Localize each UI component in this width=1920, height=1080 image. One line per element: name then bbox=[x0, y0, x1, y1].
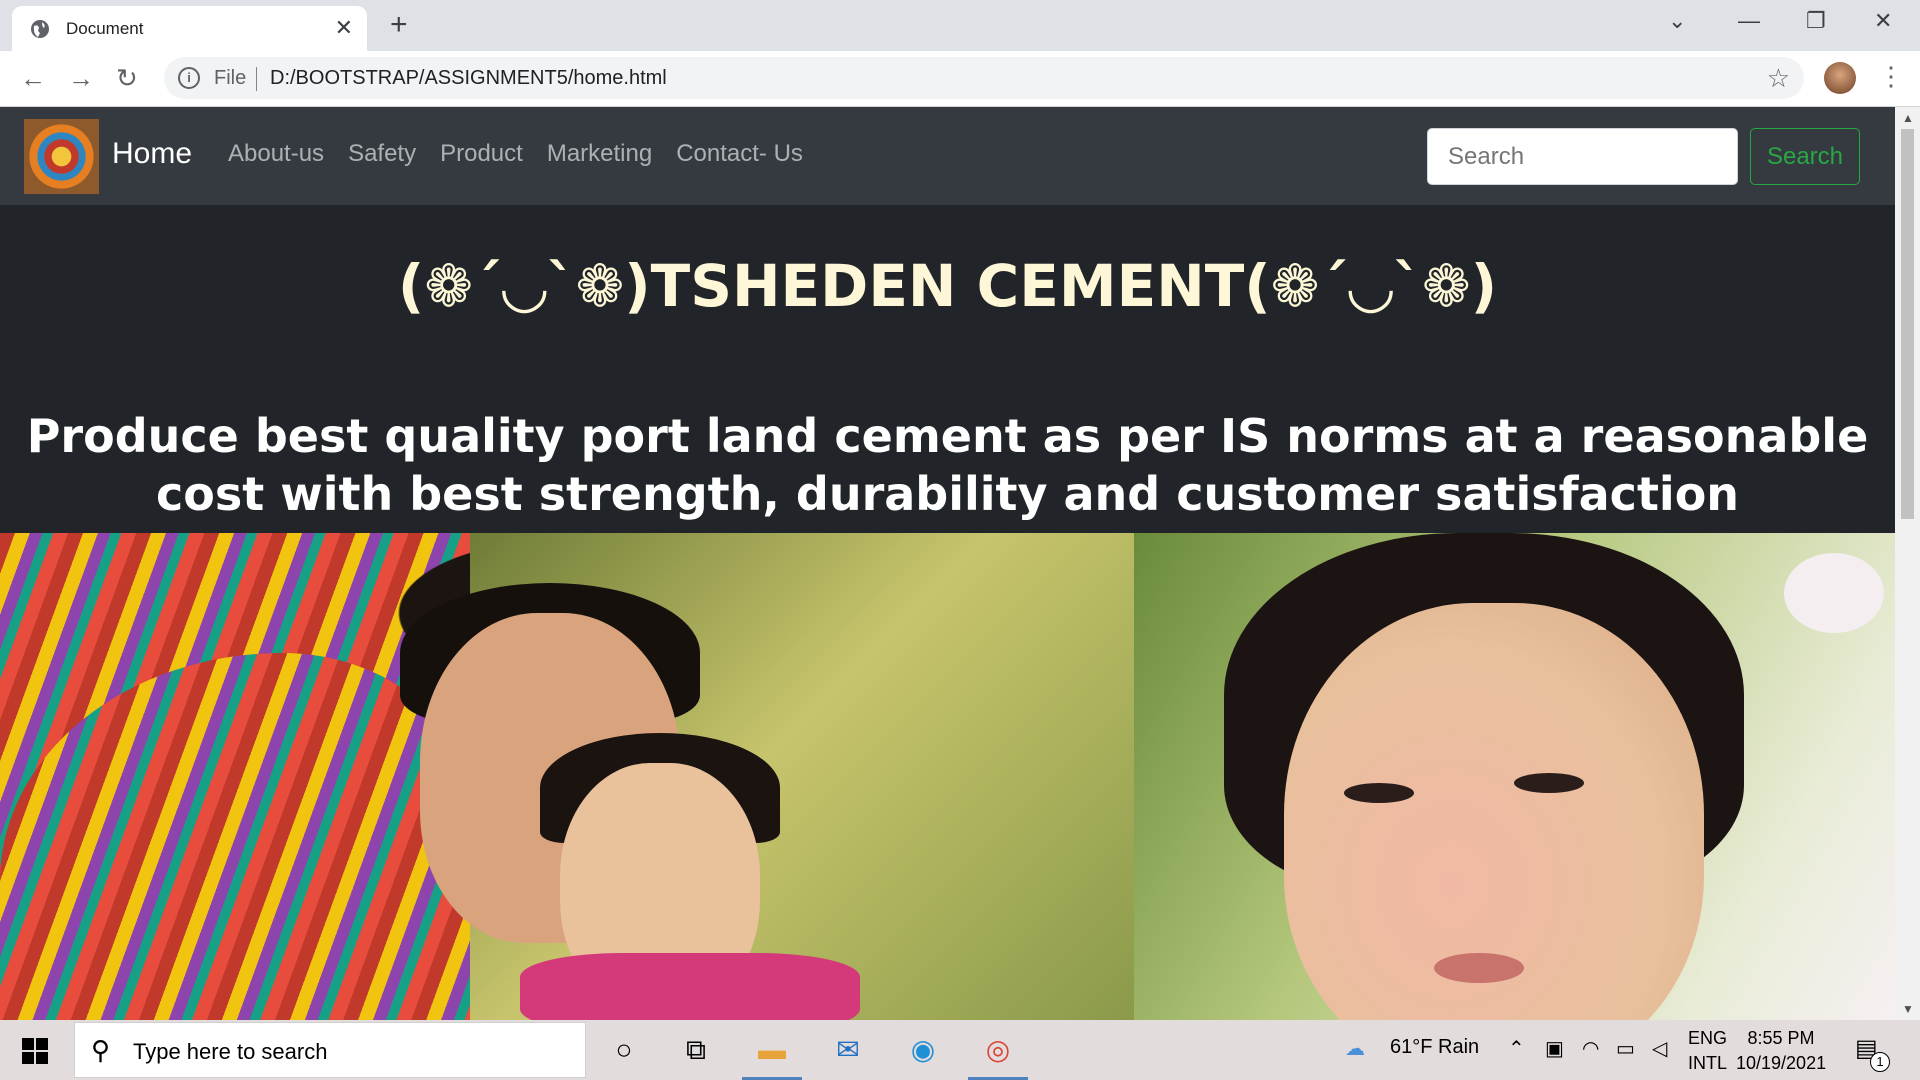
weather-text[interactable]: 61°F Rain bbox=[1390, 1036, 1479, 1059]
keyboard-layout: INTL bbox=[1688, 1053, 1728, 1073]
notification-count-badge: 1 bbox=[1870, 1052, 1890, 1072]
portrait-photo bbox=[1134, 533, 1895, 1020]
tab-close-icon[interactable]: ✕ bbox=[335, 15, 353, 41]
search-input[interactable] bbox=[1427, 128, 1738, 185]
tab-search-chevron-icon[interactable]: ⌄ bbox=[1668, 8, 1686, 34]
task-view-icon[interactable]: ⧉ bbox=[678, 1032, 714, 1068]
scroll-up-arrow-icon[interactable]: ▲ bbox=[1902, 111, 1914, 125]
globe-icon bbox=[31, 20, 49, 38]
nav-link-marketing[interactable]: Marketing bbox=[547, 140, 652, 168]
info-icon[interactable]: i bbox=[178, 67, 200, 89]
clock-date: 10/19/2021 bbox=[1736, 1053, 1827, 1073]
brand-logo[interactable] bbox=[24, 119, 99, 194]
bookmark-star-icon[interactable]: ☆ bbox=[1767, 63, 1790, 94]
battery-icon[interactable]: ▭ bbox=[1616, 1036, 1635, 1061]
language-indicator[interactable]: ENG INTL bbox=[1688, 1026, 1727, 1076]
weather-icon[interactable]: ☁ bbox=[1345, 1036, 1365, 1061]
browser-tab[interactable]: Document ✕ bbox=[12, 6, 367, 51]
hero-subtitle: Produce best quality port land cement as… bbox=[26, 409, 1869, 521]
nav-link-product[interactable]: Product bbox=[440, 140, 523, 168]
tab-title: Document bbox=[66, 19, 144, 38]
couple-photo bbox=[0, 533, 1134, 1020]
brand-home-link[interactable]: Home bbox=[112, 137, 192, 171]
cortana-icon[interactable]: ○ bbox=[606, 1032, 642, 1068]
browser-menu-icon[interactable]: ⋮ bbox=[1878, 61, 1904, 92]
minimize-icon[interactable]: — bbox=[1738, 8, 1760, 34]
network-icon[interactable]: ◠ bbox=[1582, 1036, 1599, 1061]
url-separator bbox=[256, 67, 257, 91]
taskbar-search-box[interactable]: ⚲ Type here to search bbox=[74, 1022, 586, 1078]
nav-links: About-us Safety Product Marketing Contac… bbox=[228, 140, 803, 168]
nav-link-contact-us[interactable]: Contact- Us bbox=[676, 140, 803, 168]
clock-time: 8:55 PM bbox=[1747, 1028, 1815, 1048]
nav-link-about-us[interactable]: About-us bbox=[228, 140, 324, 168]
browser-toolbar: ← → ↻ i File D:/BOOTSTRAP/ASSIGNMENT5/ho… bbox=[0, 51, 1920, 107]
search-icon: ⚲ bbox=[91, 1035, 111, 1065]
restore-icon[interactable]: ❐ bbox=[1806, 8, 1826, 34]
meet-now-icon[interactable]: ▣ bbox=[1545, 1036, 1564, 1061]
url-scheme-label: File bbox=[214, 67, 247, 89]
page-scrollbar[interactable]: ▲ ▼ bbox=[1895, 107, 1920, 1020]
back-arrow-icon[interactable]: ← bbox=[20, 63, 46, 93]
scrollbar-thumb[interactable] bbox=[1901, 129, 1914, 519]
nav-link-safety[interactable]: Safety bbox=[348, 140, 416, 168]
profile-avatar[interactable] bbox=[1824, 62, 1856, 94]
reload-icon[interactable]: ↻ bbox=[116, 63, 138, 93]
file-explorer-icon[interactable]: ▬ bbox=[754, 1032, 790, 1068]
window-close-icon[interactable]: ✕ bbox=[1874, 8, 1892, 34]
windows-start-icon[interactable] bbox=[22, 1038, 48, 1064]
chrome-browser-icon[interactable]: ◎ bbox=[980, 1032, 1016, 1068]
windows-taskbar: ⚲ Type here to search ○ ⧉ ▬ ✉ ◉ ◎ ☁ 61°F… bbox=[0, 1020, 1920, 1080]
volume-muted-icon[interactable]: ◁ bbox=[1652, 1036, 1667, 1061]
taskbar-search-placeholder: Type here to search bbox=[133, 1039, 328, 1064]
url-text[interactable]: D:/BOOTSTRAP/ASSIGNMENT5/home.html bbox=[270, 67, 667, 90]
new-tab-icon[interactable]: + bbox=[390, 8, 408, 42]
browser-tab-bar: Document ✕ + ⌄ — ❐ ✕ bbox=[0, 0, 1920, 51]
page-viewport: Home About-us Safety Product Marketing C… bbox=[0, 107, 1895, 1020]
tray-chevron-icon[interactable]: ⌃ bbox=[1508, 1036, 1525, 1061]
search-button[interactable]: Search bbox=[1750, 128, 1860, 185]
forward-arrow-icon[interactable]: → bbox=[68, 63, 94, 93]
scroll-down-arrow-icon[interactable]: ▼ bbox=[1902, 1002, 1914, 1016]
address-bar[interactable]: i File D:/BOOTSTRAP/ASSIGNMENT5/home.htm… bbox=[164, 57, 1804, 99]
language-code: ENG bbox=[1688, 1028, 1728, 1048]
edge-browser-icon[interactable]: ◉ bbox=[905, 1032, 941, 1068]
mail-icon[interactable]: ✉ bbox=[830, 1032, 866, 1068]
clock[interactable]: 8:55 PM 10/19/2021 bbox=[1736, 1026, 1826, 1076]
hero-title: (❁´◡`❁)TSHEDEN CEMENT(❁´◡`❁) bbox=[397, 252, 1498, 320]
site-navbar: Home About-us Safety Product Marketing C… bbox=[0, 107, 1895, 205]
